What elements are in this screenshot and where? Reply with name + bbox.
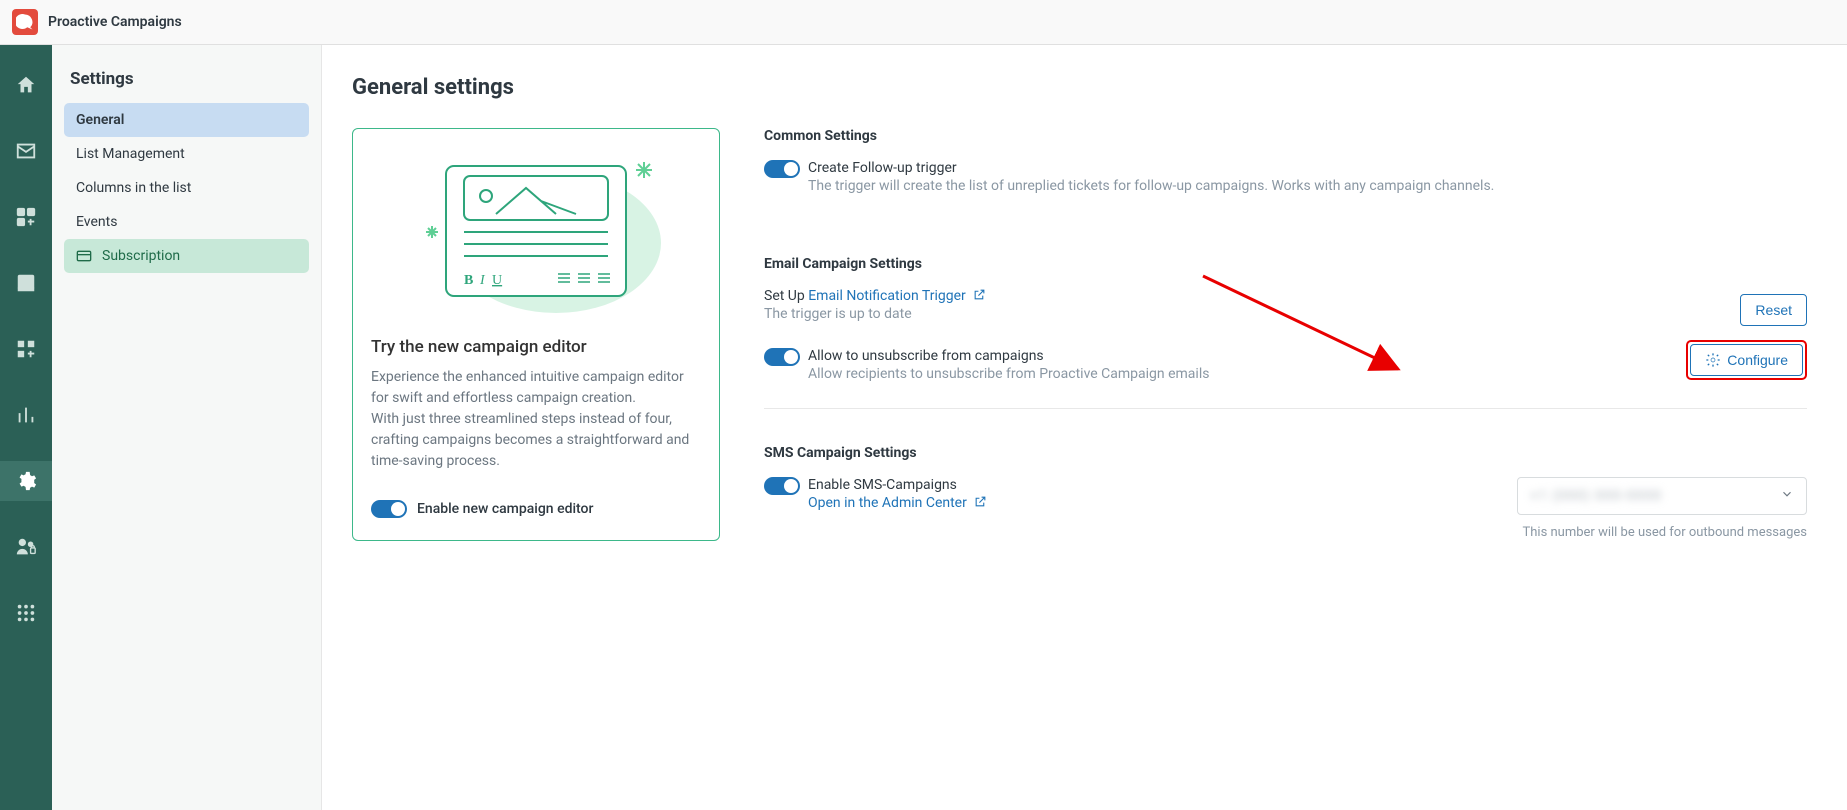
svg-text:U: U: [492, 273, 502, 288]
rail-mail-icon[interactable]: [0, 131, 52, 171]
promo-illustration: B I U: [371, 143, 701, 323]
unsubscribe-toggle[interactable]: [764, 348, 800, 366]
sidebar-item-label: List Management: [76, 146, 185, 162]
promo-card: B I U Try the new cam: [352, 128, 720, 541]
reset-button[interactable]: Reset: [1740, 294, 1807, 326]
promo-body: Experience the enhanced intuitive campai…: [371, 367, 701, 472]
section-common: Common Settings Create Follow-up trigger…: [764, 128, 1807, 220]
followup-toggle[interactable]: [764, 160, 800, 178]
gear-icon: [1705, 352, 1721, 368]
external-link-icon: [974, 495, 987, 508]
enable-editor-toggle[interactable]: [371, 500, 407, 518]
annotation-highlight: Configure: [1686, 340, 1807, 380]
rail-settings-icon[interactable]: [0, 461, 52, 501]
followup-label: Create Follow-up trigger: [808, 160, 1807, 176]
app-title: Proactive Campaigns: [48, 14, 182, 30]
chevron-down-icon: [1780, 487, 1794, 505]
email-trigger-status: The trigger is up to date: [764, 306, 1209, 322]
enable-editor-label: Enable new campaign editor: [417, 501, 593, 517]
sms-phone-select[interactable]: +1 (000) 000-0000: [1517, 477, 1807, 515]
rail-components-icon[interactable]: [0, 197, 52, 237]
rail-home-icon[interactable]: [0, 65, 52, 105]
rail-admin-icon[interactable]: [0, 527, 52, 567]
main-content: General settings B I: [322, 45, 1847, 810]
sms-phone-help: This number will be used for outbound me…: [1517, 525, 1807, 540]
sidebar-item-label: General: [76, 112, 124, 128]
rail-apps-icon[interactable]: [0, 593, 52, 633]
sidebar-item-general[interactable]: General: [64, 103, 309, 137]
email-trigger-link[interactable]: Email Notification Trigger: [808, 288, 986, 304]
sms-phone-value: +1 (000) 000-0000: [1530, 488, 1662, 504]
unsubscribe-label: Allow to unsubscribe from campaigns: [808, 348, 1209, 364]
sidebar-item-label: Columns in the list: [76, 180, 191, 196]
promo-title: Try the new campaign editor: [371, 337, 701, 357]
sidebar-item-label: Events: [76, 214, 117, 230]
configure-button[interactable]: Configure: [1690, 344, 1803, 376]
section-title: SMS Campaign Settings: [764, 445, 1807, 461]
sidebar-item-subscription[interactable]: Subscription: [64, 239, 309, 273]
credit-card-icon: [76, 248, 94, 264]
email-trigger-setup: Set Up Email Notification Trigger: [764, 288, 1209, 304]
section-title: Common Settings: [764, 128, 1807, 144]
rail-library-icon[interactable]: [0, 263, 52, 303]
section-email: Email Campaign Settings Set Up Email Not…: [764, 256, 1807, 409]
followup-desc: The trigger will create the list of unre…: [808, 178, 1807, 194]
rail-analytics-icon[interactable]: [0, 395, 52, 435]
sidebar-item-list-management[interactable]: List Management: [64, 137, 309, 171]
admin-center-link[interactable]: Open in the Admin Center: [808, 495, 987, 511]
sms-enable-toggle[interactable]: [764, 477, 800, 495]
svg-text:B: B: [464, 273, 473, 288]
sms-enable-label: Enable SMS-Campaigns: [808, 477, 987, 493]
unsubscribe-desc: Allow recipients to unsubscribe from Pro…: [808, 366, 1209, 382]
left-rail: [0, 45, 52, 810]
rail-add-widget-icon[interactable]: [0, 329, 52, 369]
topbar: Proactive Campaigns: [0, 0, 1847, 45]
sidebar-item-columns[interactable]: Columns in the list: [64, 171, 309, 205]
sidebar-item-events[interactable]: Events: [64, 205, 309, 239]
external-link-icon: [973, 288, 986, 301]
sidebar-item-label: Subscription: [102, 248, 180, 264]
sidebar-heading: Settings: [64, 69, 309, 103]
settings-sidebar: Settings General List Management Columns…: [52, 45, 322, 810]
app-logo: [12, 9, 38, 35]
section-title: Email Campaign Settings: [764, 256, 1807, 272]
page-title: General settings: [352, 75, 1807, 100]
section-sms: SMS Campaign Settings Enable SMS-Campaig…: [764, 445, 1807, 566]
